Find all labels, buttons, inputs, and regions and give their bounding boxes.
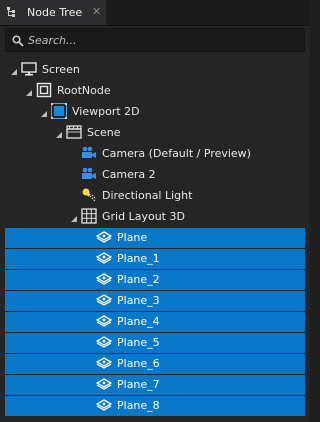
tree-item[interactable]: Plane_8	[0, 396, 310, 416]
tree-item-label: Viewport 2D	[72, 105, 140, 118]
search-input[interactable]	[28, 32, 298, 48]
tree-item-label: Directional Light	[102, 189, 193, 202]
light-icon	[81, 187, 97, 203]
tree-item[interactable]: Plane	[0, 228, 310, 248]
tree-item[interactable]: Plane_3	[0, 291, 310, 311]
tree-item-label: Plane_1	[117, 252, 160, 265]
viewport-icon	[51, 103, 67, 119]
tree-item[interactable]: Grid Layout 3D	[0, 207, 310, 227]
plane-icon	[95, 313, 113, 329]
expand-arrow-icon[interactable]	[26, 87, 33, 100]
expand-arrow-icon[interactable]	[11, 66, 18, 79]
close-icon[interactable]: ✕	[92, 6, 101, 17]
tree-item[interactable]: Directional Light	[0, 186, 310, 206]
tree-item[interactable]: Camera 2	[0, 165, 310, 185]
plane-icon	[95, 292, 113, 308]
tree-item[interactable]: Scene	[0, 123, 310, 143]
tree-item-label: RootNode	[57, 84, 111, 97]
tree-item[interactable]: Plane_4	[0, 312, 310, 332]
tree-item-label: Grid Layout 3D	[102, 210, 185, 223]
tree-item[interactable]: Camera (Default / Preview)	[0, 144, 310, 164]
plane-icon	[95, 250, 113, 266]
tree-item-label: Plane_8	[117, 399, 160, 412]
tree-item[interactable]: Plane_6	[0, 354, 310, 374]
tree-item-label: Plane_5	[117, 336, 160, 349]
tree-item-label: Plane	[117, 231, 148, 244]
plane-icon	[95, 334, 113, 350]
plane-icon	[95, 355, 113, 371]
tree-item-label: Scene	[87, 126, 121, 139]
grid-layout-icon	[81, 208, 97, 224]
tree-item-label: Plane_6	[117, 357, 160, 370]
tree-item-label: Camera (Default / Preview)	[102, 147, 251, 160]
tree-item[interactable]: Plane_2	[0, 270, 310, 290]
expand-arrow-icon[interactable]	[71, 213, 78, 226]
expand-arrow-icon[interactable]	[56, 129, 63, 142]
tree-item-label: Plane_4	[117, 315, 160, 328]
tree-item-label: Camera 2	[102, 168, 156, 181]
scene-icon	[66, 124, 82, 140]
tree-item-label: Plane_2	[117, 273, 160, 286]
tree-item[interactable]: Plane_5	[0, 333, 310, 353]
tree-item-label: Plane_3	[117, 294, 160, 307]
tree-item-label: Plane_7	[117, 378, 160, 391]
tree-item[interactable]: Plane_7	[0, 375, 310, 395]
tree-item[interactable]: Plane_1	[0, 249, 310, 269]
search-box	[5, 28, 305, 52]
camera-icon	[81, 145, 97, 161]
tab-strip: Node Tree ✕	[0, 0, 310, 26]
root-node-icon	[36, 82, 52, 98]
monitor-icon	[21, 61, 37, 77]
camera-icon	[81, 166, 97, 182]
tree-item-label: Screen	[42, 63, 80, 76]
selection-highlight	[5, 228, 305, 248]
plane-icon	[95, 271, 113, 287]
tree-item[interactable]: Screen	[0, 60, 310, 80]
tree-item[interactable]: Viewport 2D	[0, 102, 310, 122]
plane-icon	[95, 376, 113, 392]
tree-icon	[7, 7, 19, 18]
tab-title: Node Tree	[27, 6, 83, 19]
node-tree-panel: Node Tree ✕ Screen RootNode Viewport 2D Sce…	[0, 0, 310, 422]
plane-icon	[95, 229, 113, 245]
expand-arrow-icon[interactable]	[41, 108, 48, 121]
plane-icon	[95, 397, 113, 413]
tab-node-tree[interactable]: Node Tree ✕	[0, 0, 106, 25]
tree-item[interactable]: RootNode	[0, 81, 310, 101]
search-icon	[12, 35, 24, 47]
